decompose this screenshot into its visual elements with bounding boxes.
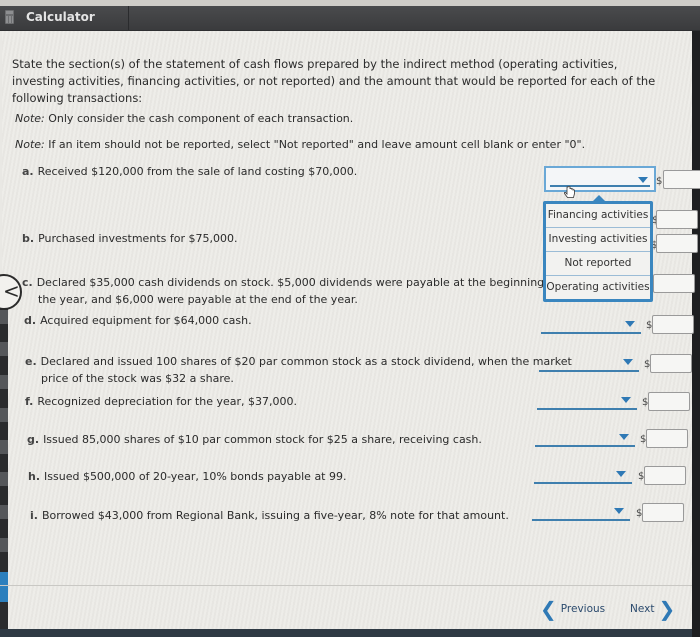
amount-input-h[interactable]: [644, 466, 686, 485]
section-select-a[interactable]: [544, 166, 656, 192]
calculator-icon: [5, 10, 14, 24]
dropdown-arrow-icon: [619, 434, 629, 440]
chevron-right-icon: ❯: [658, 597, 676, 621]
transaction-item-g: g. Issued 85,000 shares of $10 par common…: [27, 431, 482, 448]
item-text-cont: price of the stock was $32 a share.: [41, 372, 234, 385]
item-letter: h.: [28, 470, 41, 483]
sidebar-marker: [0, 375, 8, 389]
transaction-item-e: e. Declared and issued 100 shares of $20 …: [25, 353, 572, 387]
bottom-edge: [0, 629, 692, 637]
sidebar-marker-active: [0, 572, 8, 602]
sidebar-marker: [0, 472, 8, 486]
transaction-item-f: f. Recognized depreciation for the year, …: [25, 393, 297, 410]
item-text: Acquired equipment for $64,000 cash.: [40, 314, 252, 327]
item-text: Recognized depreciation for the year, $3…: [37, 395, 297, 408]
dropdown-arrow-icon: [614, 508, 624, 514]
sidebar-marker: [0, 310, 8, 324]
next-label: Next: [630, 603, 655, 615]
item-letter: a.: [22, 165, 34, 178]
section-select-e[interactable]: [539, 354, 639, 372]
note-text: If an item should not be reported, selec…: [44, 138, 586, 151]
sidebar-marker: [0, 342, 8, 356]
chevron-left-icon: <: [3, 279, 20, 303]
item-text: Received $120,000 from the sale of land …: [37, 165, 358, 178]
note-label: Note:: [15, 112, 45, 125]
section-select-f[interactable]: [537, 392, 637, 410]
item-text: Issued $500,000 of 20-year, 10% bonds pa…: [44, 470, 347, 483]
section-select-g[interactable]: [535, 429, 635, 447]
option-investing-activities[interactable]: Investing activities: [546, 228, 650, 252]
sidebar-marker: [0, 505, 8, 519]
amount-input-c[interactable]: [656, 234, 698, 253]
item-letter: f.: [25, 395, 34, 408]
currency-symbol: $: [656, 176, 663, 187]
chevron-left-icon: ❮: [540, 597, 557, 621]
amount-input-c2[interactable]: [653, 274, 695, 293]
amount-input-i[interactable]: [642, 503, 684, 522]
item-text-cont: the year, and $6,000 were payable at the…: [38, 293, 358, 306]
transaction-item-c: c. Declared $35,000 cash dividends on sto…: [22, 274, 558, 308]
sidebar-marker: [0, 408, 8, 422]
item-letter: e.: [25, 355, 37, 368]
dropdown-arrow-icon: [625, 321, 635, 327]
option-operating-activities[interactable]: Operating activities: [546, 276, 650, 299]
left-sidebar-strip: [0, 300, 8, 637]
note-not-reported: Note: If an item should not be reported,…: [15, 138, 585, 151]
hand-cursor-icon: [564, 186, 575, 198]
calculator-tab[interactable]: Calculator: [0, 6, 129, 30]
footer-divider: [0, 585, 692, 586]
window-title: Calculator: [26, 10, 95, 24]
dropdown-arrow-icon: [638, 177, 648, 183]
amount-input-g[interactable]: [646, 429, 688, 448]
item-letter: d.: [24, 314, 37, 327]
sidebar-marker: [0, 440, 8, 454]
note-cash-component: Note: Only consider the cash component o…: [15, 112, 353, 125]
note-text: Only consider the cash component of each…: [44, 112, 354, 125]
previous-label: Previous: [560, 603, 606, 615]
item-letter: g.: [27, 433, 40, 446]
transaction-item-b: b. Purchased investments for $75,000.: [22, 230, 237, 247]
transaction-item-i: i. Borrowed $43,000 from Regional Bank, i…: [30, 507, 509, 524]
item-text: Declared $35,000 cash dividends on stock…: [36, 276, 559, 289]
amount-input-b[interactable]: [656, 210, 698, 229]
transaction-item-d: d. Acquired equipment for $64,000 cash.: [24, 312, 252, 329]
dropdown-arrow-icon: [616, 471, 626, 477]
note-label: Note:: [15, 138, 45, 151]
item-text: Declared and issued 100 shares of $20 pa…: [40, 355, 572, 368]
sidebar-marker: [0, 538, 8, 552]
amount-input-a[interactable]: [663, 170, 700, 189]
item-text: Issued 85,000 shares of $10 par common s…: [43, 433, 482, 446]
transaction-item-a: a. Received $120,000 from the sale of lan…: [22, 163, 357, 180]
amount-input-f[interactable]: [648, 392, 690, 411]
transaction-item-h: h. Issued $500,000 of 20-year, 10% bonds …: [28, 468, 347, 485]
dropdown-arrow-icon: [623, 359, 633, 365]
next-button[interactable]: Next ❯: [630, 597, 676, 621]
section-dropdown-menu: Financing activities Investing activitie…: [543, 195, 653, 302]
option-not-reported[interactable]: Not reported: [546, 252, 650, 276]
question-prompt: State the section(s) of the statement of…: [12, 57, 656, 105]
amount-input-e[interactable]: [650, 354, 692, 373]
item-text: Borrowed $43,000 from Regional Bank, iss…: [41, 509, 509, 522]
section-select-d[interactable]: [541, 316, 641, 334]
dropdown-arrow-icon: [621, 397, 631, 403]
title-bar: Calculator: [0, 6, 700, 31]
screen-right-edge: [692, 31, 700, 637]
section-select-i[interactable]: [532, 503, 630, 521]
item-letter: i.: [30, 509, 38, 522]
amount-input-d[interactable]: [652, 315, 694, 334]
section-select-h[interactable]: [534, 466, 632, 484]
option-financing-activities[interactable]: Financing activities: [546, 204, 650, 228]
item-letter: b.: [22, 232, 35, 245]
item-letter: c.: [22, 276, 33, 289]
item-text: Purchased investments for $75,000.: [38, 232, 238, 245]
previous-button[interactable]: ❮ Previous: [540, 597, 606, 621]
